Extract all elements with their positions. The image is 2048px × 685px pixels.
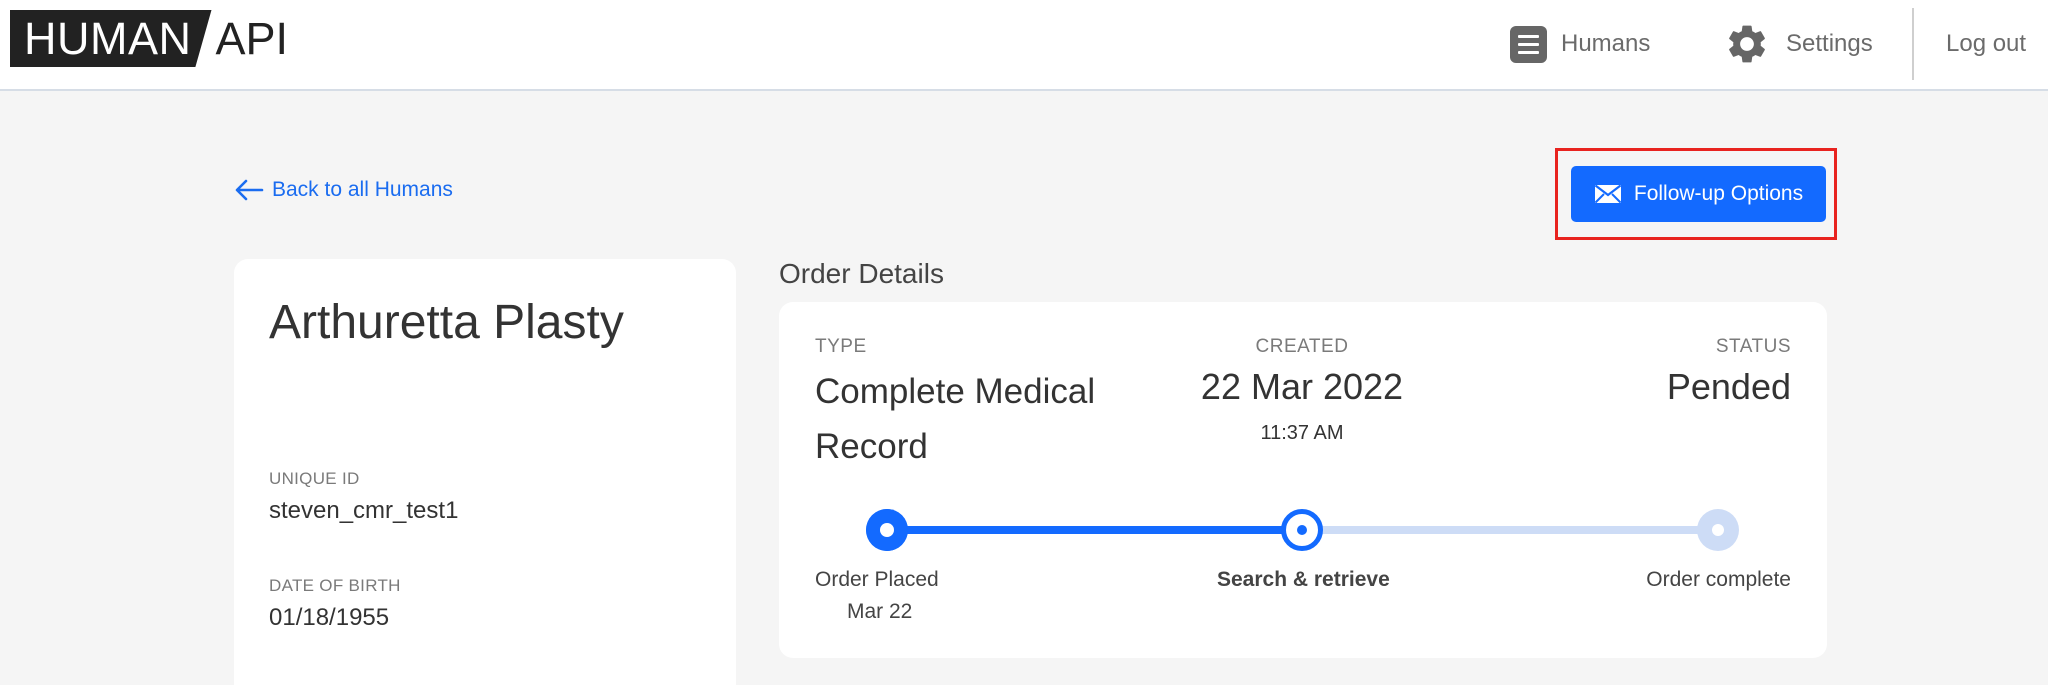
list-icon [1510,25,1547,63]
status-value: Pended [1666,366,1791,407]
logout-link[interactable]: Log out [1946,22,2026,66]
unique-id-value: steven_cmr_test1 [269,497,459,524]
order-type-value: Complete Medical Record [815,372,1096,466]
progress-track-fill [887,526,1303,534]
nav-settings-label: Settings [1786,30,1873,57]
nav-divider [1912,8,1914,80]
status-label: STATUS [1715,336,1791,357]
nav-humans-label: Humans [1561,30,1651,57]
top-navbar: HUMAN API Humans Settings Log out [0,0,2048,91]
logo-api-text: API [215,12,289,64]
created-time-value: 11:37 AM [1260,422,1344,444]
step-date-order-placed: Mar 22 [847,600,913,623]
order-details-card: TYPE Complete Medical Record CREATED 22 … [779,302,1827,658]
type-label: TYPE [815,336,867,357]
order-details-heading: Order Details [779,258,944,289]
step-node-order-placed [866,509,908,551]
gear-icon [1729,25,1765,63]
humanapi-logo[interactable]: HUMAN API [10,10,288,67]
logout-label: Log out [1946,30,2027,57]
created-date-value: 22 Mar 2022 [1200,366,1404,407]
envelope-icon [1594,184,1622,204]
step-label-search-retrieve: Search & retrieve [1217,568,1390,591]
logo-human-text: HUMAN [10,10,212,67]
dob-value: 01/18/1955 [269,604,390,631]
step-label-order-placed: Order Placed [815,568,939,591]
followup-button-label: Follow-up Options [1633,182,1804,205]
unique-id-label: UNIQUE ID [269,469,360,488]
dob-label: DATE OF BIRTH [269,576,401,595]
arrow-left-icon [235,179,264,201]
back-link-label: Back to all Humans [272,178,453,201]
nav-settings-link[interactable]: Settings [1724,22,1873,66]
person-name: Arthuretta Plasty [269,296,624,349]
created-label: CREATED [1255,336,1349,357]
followup-options-button[interactable]: Follow-up Options [1571,166,1826,222]
back-to-humans-link[interactable]: Back to all Humans [234,178,453,202]
nav-humans-link[interactable]: Humans [1510,22,1650,66]
step-node-order-complete [1697,509,1739,551]
human-profile-card: Arthuretta Plasty UNIQUE ID steven_cmr_t… [234,259,736,685]
step-label-order-complete: Order complete [1646,568,1791,591]
step-node-search-retrieve [1281,509,1323,551]
